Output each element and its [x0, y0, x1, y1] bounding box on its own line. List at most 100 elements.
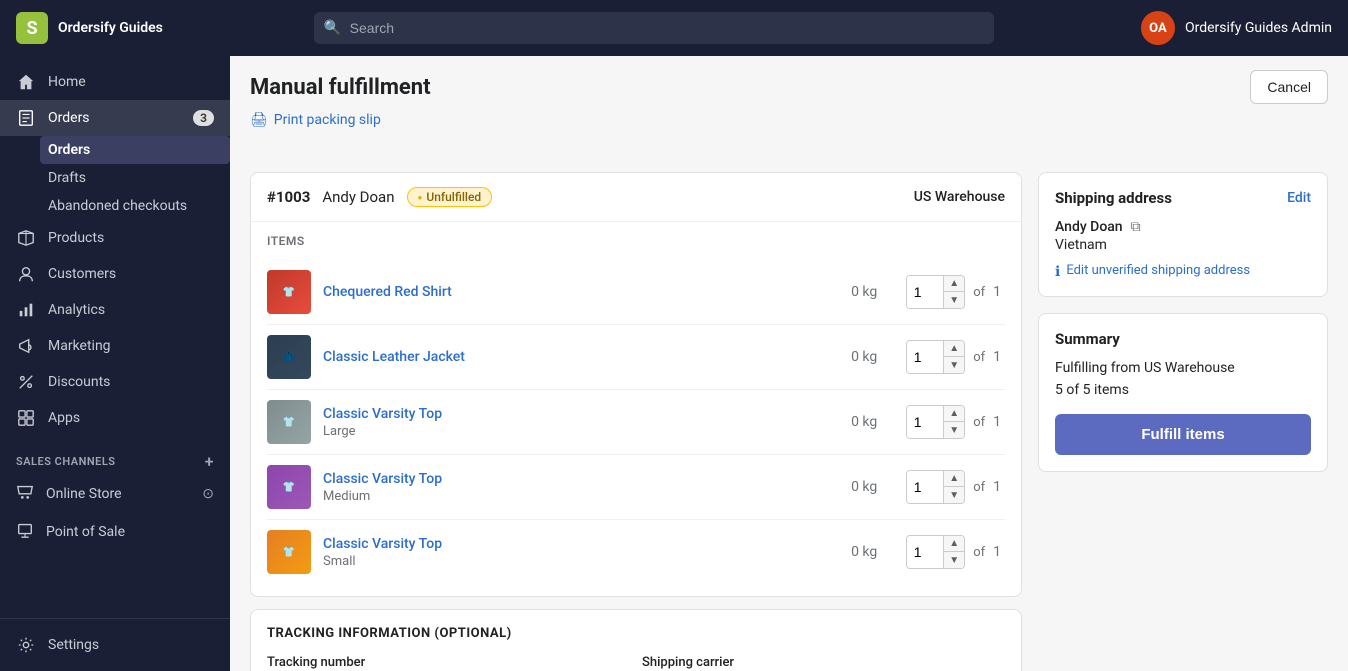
item-thumbnail: 👕: [267, 465, 311, 509]
left-column: #1003 Andy Doan Unfulfilled US Warehouse…: [250, 172, 1022, 671]
item-thumbnail: 👕: [267, 530, 311, 574]
item-qty: ▲ ▼ of 1: [906, 405, 1005, 439]
sidebar-label-customers: Customers: [48, 266, 214, 282]
qty-input[interactable]: [907, 341, 943, 373]
sidebar-sub-item-orders[interactable]: Orders: [40, 136, 230, 164]
pos-label: Point of Sale: [46, 524, 214, 540]
sidebar-sub-orders: Orders Drafts Abandoned checkouts: [0, 136, 230, 220]
print-packing-slip-link[interactable]: 🖨 Print packing slip: [250, 112, 1328, 128]
copy-icon[interactable]: ⧉: [1131, 219, 1141, 235]
sidebar-item-analytics[interactable]: Analytics: [0, 292, 230, 328]
sidebar-item-apps[interactable]: Apps: [0, 400, 230, 436]
item-name[interactable]: Classic Leather Jacket: [323, 349, 822, 365]
order-customer: Andy Doan: [322, 188, 394, 206]
items-section: ITEMS 👕 Chequered Red Shirt 0 kg: [251, 222, 1021, 596]
qty-down-button[interactable]: ▼: [944, 292, 964, 308]
sidebar-label-settings: Settings: [48, 637, 214, 653]
sidebar-label-discounts: Discounts: [48, 374, 214, 390]
table-row: 👕 Classic Varsity Top Medium 0 kg: [267, 455, 1005, 520]
qty-input-group: ▲ ▼: [906, 275, 965, 309]
qty-of: of: [969, 285, 989, 300]
sidebar-label-analytics: Analytics: [48, 302, 214, 318]
item-variant: Small: [323, 554, 822, 569]
item-name[interactable]: Chequered Red Shirt: [323, 284, 822, 300]
tracking-number-label: Tracking number: [267, 655, 630, 670]
online-store-icon: [16, 483, 34, 505]
item-weight: 0 kg: [834, 479, 894, 495]
sidebar-logo: S: [16, 12, 48, 44]
qty-up-button[interactable]: ▲: [944, 341, 964, 357]
fulfill-items-button[interactable]: Fulfill items: [1055, 414, 1311, 455]
sidebar-label-products: Products: [48, 230, 214, 246]
qty-input[interactable]: [907, 406, 943, 438]
shipping-country: Vietnam: [1055, 237, 1311, 253]
sidebar-item-home[interactable]: Home: [0, 64, 230, 100]
qty-input[interactable]: [907, 276, 943, 308]
sidebar-bottom: Settings: [0, 618, 230, 671]
summary-items-count: 5 of 5 items: [1055, 382, 1311, 398]
home-icon: [16, 72, 36, 92]
qty-arrows: ▲ ▼: [943, 471, 964, 503]
order-card: #1003 Andy Doan Unfulfilled US Warehouse…: [250, 172, 1022, 597]
qty-up-button[interactable]: ▲: [944, 276, 964, 292]
item-name[interactable]: Classic Varsity Top: [323, 536, 822, 552]
qty-input[interactable]: [907, 536, 943, 568]
qty-down-button[interactable]: ▼: [944, 487, 964, 503]
table-row: 👕 Chequered Red Shirt 0 kg ▲: [267, 260, 1005, 325]
print-area: 🖨 Print packing slip: [230, 104, 1348, 152]
qty-up-button[interactable]: ▲: [944, 471, 964, 487]
shipping-edit-button[interactable]: Edit: [1287, 190, 1311, 206]
order-header: #1003 Andy Doan Unfulfilled US Warehouse: [251, 173, 1021, 222]
sidebar-item-customers[interactable]: Customers: [0, 256, 230, 292]
qty-max: 1: [993, 544, 1005, 560]
sidebar-item-discounts[interactable]: Discounts: [0, 364, 230, 400]
qty-max: 1: [993, 284, 1005, 300]
sidebar-item-orders[interactable]: Orders 3: [0, 100, 230, 136]
cancel-button[interactable]: Cancel: [1250, 70, 1328, 104]
sidebar-item-settings[interactable]: Settings: [0, 627, 230, 663]
qty-input[interactable]: [907, 471, 943, 503]
qty-down-button[interactable]: ▼: [944, 552, 964, 568]
qty-max: 1: [993, 349, 1005, 365]
table-row: 👕 Classic Varsity Top Large 0 kg: [267, 390, 1005, 455]
item-variant: Medium: [323, 489, 822, 504]
qty-arrows: ▲ ▼: [943, 341, 964, 373]
order-warehouse: US Warehouse: [914, 189, 1005, 205]
summary-title: Summary: [1055, 330, 1311, 348]
sidebar-sub-item-drafts[interactable]: Drafts: [48, 164, 230, 192]
item-qty: ▲ ▼ of 1: [906, 470, 1005, 504]
item-weight: 0 kg: [834, 414, 894, 430]
edit-unverified-shipping-link[interactable]: ℹ Edit unverified shipping address: [1055, 263, 1311, 280]
item-weight: 0 kg: [834, 349, 894, 365]
item-name[interactable]: Classic Varsity Top: [323, 471, 822, 487]
sidebar-item-marketing[interactable]: Marketing: [0, 328, 230, 364]
qty-down-button[interactable]: ▼: [944, 357, 964, 373]
item-info: Chequered Red Shirt: [323, 284, 822, 300]
sidebar-item-pos[interactable]: Point of Sale: [0, 513, 230, 551]
page-title: Manual fulfillment: [250, 75, 431, 100]
online-store-label: Online Store: [46, 486, 190, 502]
item-qty: ▲ ▼ of 1: [906, 275, 1005, 309]
table-row: 👕 Classic Varsity Top Small 0 kg: [267, 520, 1005, 584]
qty-arrows: ▲ ▼: [943, 536, 964, 568]
qty-up-button[interactable]: ▲: [944, 406, 964, 422]
shipping-address-card: Shipping address Edit Andy Doan ⧉ Vietna…: [1038, 172, 1328, 297]
sidebar-item-online-store[interactable]: Online Store ⊙: [0, 475, 230, 513]
item-name[interactable]: Classic Varsity Top: [323, 406, 822, 422]
item-info: Classic Varsity Top Large: [323, 406, 822, 439]
eye-icon[interactable]: ⊙: [202, 486, 214, 502]
sidebar-item-products[interactable]: Products: [0, 220, 230, 256]
add-sales-channel-icon[interactable]: +: [205, 452, 214, 471]
item-thumbnail: 👕: [267, 400, 311, 444]
qty-arrows: ▲ ▼: [943, 276, 964, 308]
search-input[interactable]: [314, 12, 994, 44]
item-thumbnail: 🧥: [267, 335, 311, 379]
tracking-grid: Tracking number Shipping carrier DHL eCo…: [267, 655, 1005, 671]
qty-input-group: ▲ ▼: [906, 535, 965, 569]
shipping-title: Shipping address: [1055, 189, 1172, 207]
qty-input-group: ▲ ▼: [906, 340, 965, 374]
sidebar-sub-item-abandoned[interactable]: Abandoned checkouts: [48, 192, 230, 220]
qty-up-button[interactable]: ▲: [944, 536, 964, 552]
tracking-number-group: Tracking number: [267, 655, 630, 671]
qty-down-button[interactable]: ▼: [944, 422, 964, 438]
